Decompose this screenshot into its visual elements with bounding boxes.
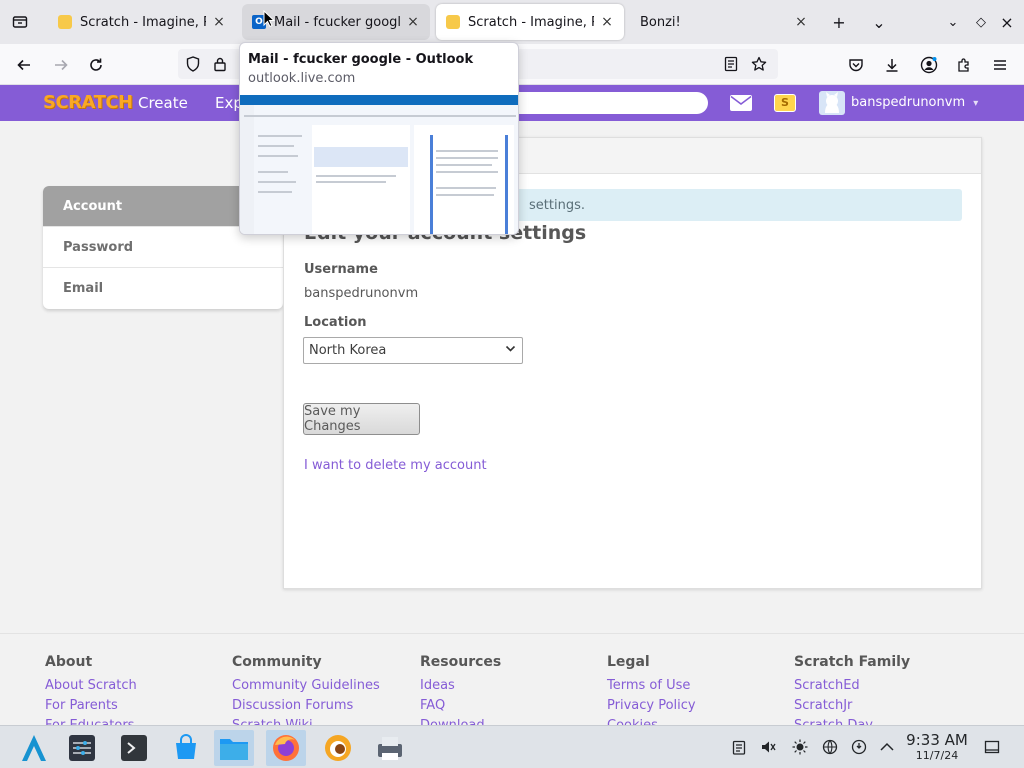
scratch-favicon-icon <box>446 15 460 29</box>
username-value: banspedrunonvm <box>304 286 419 301</box>
username-label: banspedrunonvm <box>851 95 966 110</box>
footer-link[interactable]: About Scratch <box>45 678 137 693</box>
tab-hover-preview: Mail - fcucker google - Outlook outlook.… <box>239 42 519 235</box>
tab-scratch-1[interactable]: Scratch - Imagine, Program, Share × <box>48 4 236 40</box>
sidebar-item-email[interactable]: Email <box>43 268 283 309</box>
footer-link[interactable]: ScratchJr <box>794 698 910 713</box>
forward-arrow-icon[interactable] <box>48 52 74 78</box>
new-tab-button[interactable]: + <box>827 10 851 34</box>
network-icon[interactable] <box>820 737 840 757</box>
printer-scanner-icon[interactable] <box>370 730 410 766</box>
username-field-label: Username <box>304 262 378 277</box>
preview-title: Mail - fcucker google - Outlook <box>248 52 474 67</box>
shield-icon[interactable] <box>180 51 206 77</box>
messages-envelope-icon[interactable] <box>730 95 752 111</box>
tab-title: Scratch - Imagine, Program, Share <box>468 14 594 30</box>
downloads-icon[interactable] <box>879 52 905 78</box>
menu-hamburger-icon[interactable] <box>987 52 1013 78</box>
mouse-cursor-icon <box>263 9 276 32</box>
location-selected-value: North Korea <box>309 343 387 358</box>
close-tab-icon[interactable]: × <box>212 14 226 30</box>
window-maximize-button[interactable]: ◇ <box>969 10 993 34</box>
tab-scratch-2[interactable]: Scratch - Imagine, Program, Share × <box>436 4 624 40</box>
firefox-view-icon[interactable] <box>8 10 32 34</box>
chevron-down-icon: ▾ <box>973 98 979 109</box>
footer-link[interactable]: Privacy Policy <box>607 698 696 713</box>
footer-heading: Community <box>232 654 322 670</box>
desktop-taskbar: 9:33 AM 11/7/24 <box>0 725 1024 768</box>
extensions-puzzle-icon[interactable] <box>951 52 977 78</box>
footer-heading: Resources <box>420 654 502 670</box>
reader-view-icon[interactable] <box>718 51 744 77</box>
lock-icon[interactable] <box>207 51 233 77</box>
close-tab-icon[interactable]: × <box>600 14 614 30</box>
tab-title: Bonzi! <box>640 14 681 30</box>
footer-heading: About <box>45 654 93 670</box>
scratch-footer: About About Scratch For Parents For Educ… <box>0 633 1024 733</box>
delete-account-link[interactable]: I want to delete my account <box>304 458 487 473</box>
tab-bonzi[interactable]: Bonzi! × <box>630 4 818 40</box>
account-icon[interactable] <box>916 52 942 78</box>
volume-muted-icon[interactable] <box>758 737 778 757</box>
system-clock[interactable]: 9:33 AM 11/7/24 <box>900 731 974 762</box>
system-settings-icon[interactable] <box>62 730 102 766</box>
reload-icon[interactable] <box>83 52 109 78</box>
chevron-down-icon <box>505 343 516 357</box>
nav-create[interactable]: Create <box>138 94 188 112</box>
clock-time: 9:33 AM <box>906 731 968 749</box>
close-tab-icon[interactable]: × <box>794 14 808 30</box>
firefox-icon[interactable] <box>266 730 306 766</box>
account-menu[interactable]: banspedrunonvm ▾ <box>851 95 978 110</box>
file-manager-icon[interactable] <box>214 730 254 766</box>
terminal-icon[interactable] <box>114 730 154 766</box>
close-tab-icon[interactable]: × <box>406 14 420 30</box>
pocket-icon[interactable] <box>843 52 869 78</box>
scratch-logo[interactable]: SCRATCH <box>43 92 133 113</box>
footer-link[interactable]: ScratchEd <box>794 678 910 693</box>
window-close-button[interactable]: × <box>995 10 1019 34</box>
preview-thumbnail <box>240 95 518 234</box>
footer-link[interactable]: Ideas <box>420 678 501 693</box>
location-select[interactable]: North Korea <box>303 337 523 364</box>
updates-icon[interactable] <box>849 737 869 757</box>
footer-link[interactable]: Discussion Forums <box>232 698 380 713</box>
search-input[interactable] <box>500 92 708 114</box>
preview-url: outlook.live.com <box>248 71 356 86</box>
unknown-app-icon[interactable] <box>318 730 358 766</box>
footer-link[interactable]: FAQ <box>420 698 501 713</box>
show-desktop-icon[interactable] <box>982 737 1002 757</box>
scratch-favicon-icon <box>58 15 72 29</box>
back-arrow-icon[interactable] <box>11 52 37 78</box>
footer-heading: Scratch Family <box>794 654 911 670</box>
bookmark-star-icon[interactable] <box>746 51 772 77</box>
clipboard-icon[interactable] <box>729 737 749 757</box>
location-field-label: Location <box>304 315 367 330</box>
avatar[interactable] <box>819 91 845 115</box>
tab-title: Scratch - Imagine, Program, Share <box>80 14 206 30</box>
list-all-tabs-button[interactable]: ⌄ <box>867 10 891 34</box>
sidebar-item-label: Account <box>63 198 123 214</box>
brightness-icon[interactable] <box>790 737 810 757</box>
sidebar-item-label: Password <box>63 239 134 255</box>
my-stuff-folder-icon[interactable]: S <box>774 94 796 112</box>
clock-date: 11/7/24 <box>915 749 959 762</box>
tab-title: Mail - fcucker google - Outlook <box>274 14 400 30</box>
browser-tab-strip: Scratch - Imagine, Program, Share × O Ma… <box>0 0 1024 44</box>
footer-link[interactable]: Community Guidelines <box>232 678 380 693</box>
footer-link[interactable]: Terms of Use <box>607 678 696 693</box>
save-changes-button[interactable]: Save my Changes <box>303 403 420 435</box>
footer-link[interactable]: For Parents <box>45 698 137 713</box>
chevron-up-icon[interactable] <box>877 737 897 757</box>
window-minimize-button[interactable]: ⌄ <box>941 10 965 34</box>
software-store-icon[interactable] <box>166 730 206 766</box>
footer-heading: Legal <box>607 654 650 670</box>
sidebar-item-label: Email <box>63 281 104 296</box>
app-launcher-icon[interactable] <box>14 730 54 766</box>
